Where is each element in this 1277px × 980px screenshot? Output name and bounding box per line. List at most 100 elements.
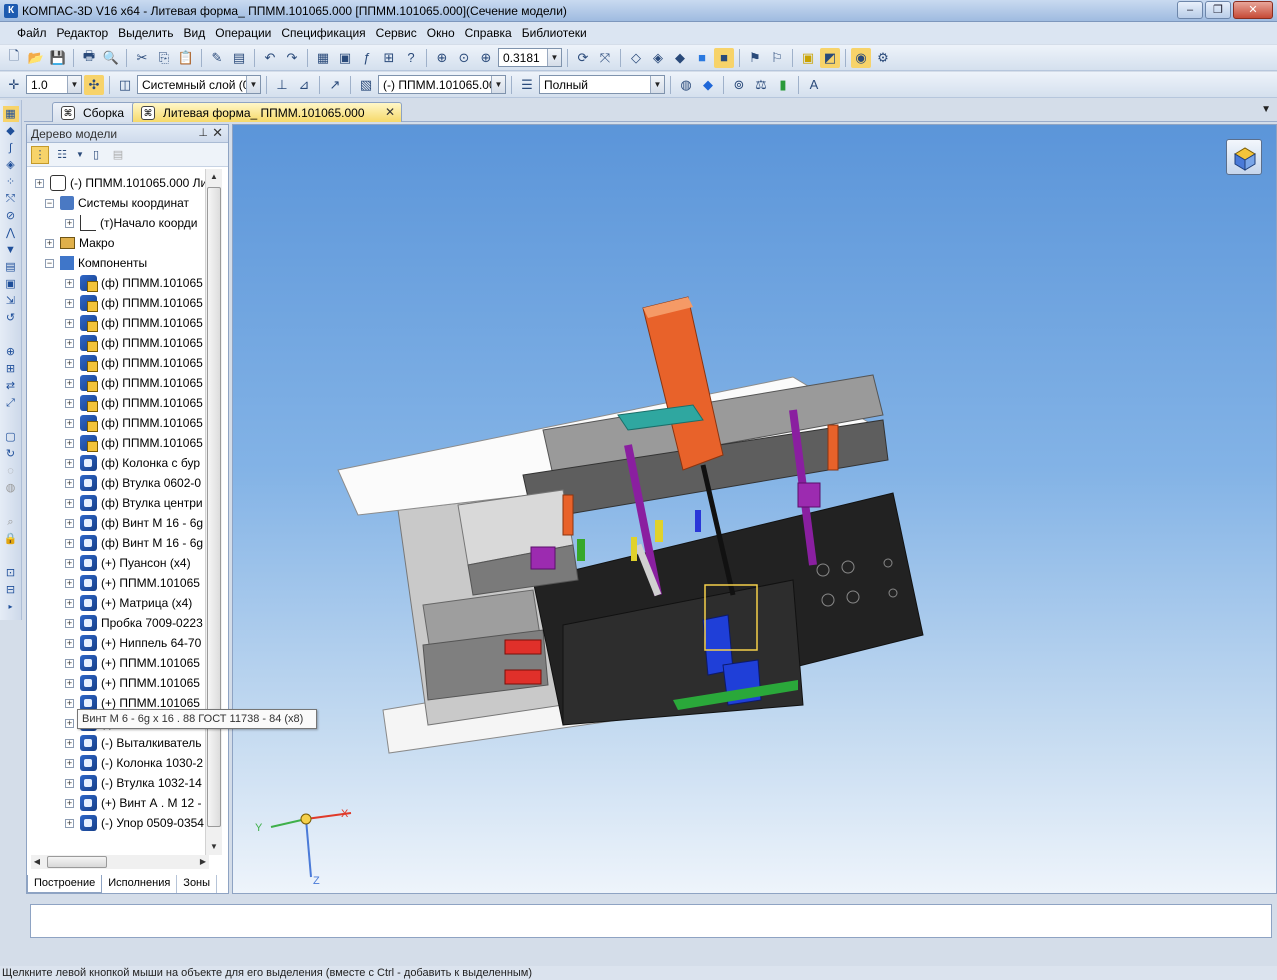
- expand-toggle-icon[interactable]: +: [65, 478, 74, 488]
- perspective-icon[interactable]: ◉: [851, 47, 871, 68]
- tree-node[interactable]: + (ф) ППММ.101065: [65, 353, 203, 373]
- tab-versions[interactable]: Исполнения: [102, 875, 178, 893]
- redo-icon[interactable]: ↷: [282, 48, 302, 68]
- step-cursor-icon[interactable]: ✛: [4, 75, 24, 95]
- tree-node[interactable]: + (ф) Колонка с бур: [65, 453, 200, 473]
- expand-toggle-icon[interactable]: +: [65, 418, 74, 428]
- snap-icon[interactable]: ✣: [84, 74, 104, 95]
- rotate-component-icon[interactable]: ↻: [3, 446, 19, 462]
- component-icon[interactable]: ▧: [356, 75, 376, 95]
- view-orientation-icon[interactable]: [1226, 139, 1262, 175]
- minimize-button[interactable]: –: [1177, 1, 1203, 19]
- chevron-down-icon[interactable]: ▼: [491, 76, 505, 93]
- expand-toggle-icon[interactable]: +: [45, 238, 54, 248]
- print-preview-icon[interactable]: 🔍: [101, 48, 121, 68]
- export-icon[interactable]: ▮: [773, 75, 793, 95]
- menu-operations[interactable]: Операции: [210, 26, 276, 40]
- local-cs-icon[interactable]: ⊿: [294, 75, 314, 95]
- box-icon[interactable]: ▢: [3, 429, 19, 445]
- section-active-icon[interactable]: ◩: [820, 47, 840, 68]
- copy-icon[interactable]: ⎘: [154, 48, 174, 68]
- mold-3d-model[interactable]: [233, 125, 1277, 894]
- zoom-fit-icon[interactable]: ⊙: [454, 48, 474, 68]
- tree-node[interactable]: + (+) Матрица (x4): [65, 593, 192, 613]
- expand-toggle-icon[interactable]: +: [65, 318, 74, 328]
- thin-lines-icon[interactable]: ◆: [670, 48, 690, 68]
- expand-toggle-icon[interactable]: +: [65, 558, 74, 568]
- open-icon[interactable]: 📂: [26, 48, 46, 68]
- expand-toggle-icon[interactable]: +: [65, 398, 74, 408]
- tree-node[interactable]: + Пробка 7009-0223: [65, 613, 203, 633]
- expand-toggle-icon[interactable]: +: [65, 438, 74, 448]
- expand-toggle-icon[interactable]: +: [65, 658, 74, 668]
- tree-node[interactable]: + (+) Винт А . М 12 -: [65, 793, 202, 813]
- tree-node[interactable]: + (ф) ППММ.101065: [65, 393, 203, 413]
- solid-icon[interactable]: ◆: [3, 123, 19, 139]
- dimension-icon[interactable]: ⋀: [3, 225, 19, 241]
- tree-node[interactable]: + (+) Пуансон (x4): [65, 553, 191, 573]
- tree-node[interactable]: − Системы координат: [45, 193, 189, 213]
- properties-icon[interactable]: ✎: [207, 48, 227, 68]
- expand-toggle-icon[interactable]: −: [45, 258, 54, 268]
- expand-toggle-icon[interactable]: +: [65, 638, 74, 648]
- view-mode-icon[interactable]: ☰: [517, 75, 537, 95]
- expand-toggle-icon[interactable]: +: [65, 498, 74, 508]
- close-icon[interactable]: ✕: [212, 125, 223, 141]
- tab-construction[interactable]: Построение: [27, 875, 103, 893]
- expand-toggle-icon[interactable]: +: [65, 278, 74, 288]
- menu-editor[interactable]: Редактор: [52, 26, 114, 40]
- scroll-thumb[interactable]: [207, 187, 221, 827]
- tab-list-chevron-icon[interactable]: ▼: [1261, 104, 1271, 115]
- expand-toggle-icon[interactable]: +: [65, 618, 74, 628]
- chevron-down-icon[interactable]: ▼: [547, 49, 561, 66]
- tree-node[interactable]: + (т)Начало коорди: [65, 213, 197, 233]
- scroll-up-icon[interactable]: ▲: [206, 169, 222, 185]
- tree-node[interactable]: + (+) ППММ.101065: [65, 673, 200, 693]
- save-icon[interactable]: 💾: [48, 48, 68, 68]
- tree-node[interactable]: + Макро: [45, 233, 114, 253]
- measure-icon[interactable]: ⊚: [729, 75, 749, 95]
- print-icon[interactable]: 🖶: [79, 48, 99, 68]
- standard-part-icon[interactable]: ⊟: [3, 582, 19, 598]
- tree-node[interactable]: + (-) Выталкиватель: [65, 733, 201, 753]
- tree-node[interactable]: + (ф) Винт М 16 - 6g: [65, 533, 203, 553]
- text-icon[interactable]: A: [804, 75, 824, 95]
- tree-node[interactable]: + (ф) ППММ.101065: [65, 273, 203, 293]
- expand-panel-icon[interactable]: ▸: [3, 599, 19, 615]
- show-icon[interactable]: ◍: [3, 480, 19, 496]
- orientation-icon[interactable]: ⤧: [595, 48, 615, 68]
- variables-icon[interactable]: ▦: [313, 48, 333, 68]
- expand-toggle-icon[interactable]: +: [65, 298, 74, 308]
- report-icon[interactable]: ▤: [109, 146, 127, 164]
- expand-toggle-icon[interactable]: +: [65, 338, 74, 348]
- library-icon[interactable]: ▣: [335, 48, 355, 68]
- tree-node[interactable]: + (ф) ППММ.101065: [65, 373, 203, 393]
- mirror-icon[interactable]: ⇄: [3, 378, 19, 394]
- rotate-icon[interactable]: ⟳: [573, 48, 593, 68]
- expand-toggle-icon[interactable]: +: [65, 778, 74, 788]
- tree-node[interactable]: + (ф) ППММ.101065: [65, 313, 203, 333]
- menu-select[interactable]: Выделить: [113, 26, 178, 40]
- tree-node[interactable]: + (-) Втулка 1032-14: [65, 773, 202, 793]
- wireframe-icon[interactable]: ◇: [626, 48, 646, 68]
- material-icon[interactable]: ◍: [676, 75, 696, 95]
- tree-node[interactable]: + (ф) ППММ.101065: [65, 333, 203, 353]
- search-icon[interactable]: ⌕: [3, 514, 19, 530]
- curve-icon[interactable]: ∫: [3, 140, 19, 156]
- tree-node[interactable]: + (ф) ППММ.101065: [65, 433, 203, 453]
- tree-horizontal-scrollbar[interactable]: ◀ ▶: [31, 855, 209, 869]
- cut-icon[interactable]: ✂: [132, 48, 152, 68]
- layer-combo[interactable]: Системный слой (0) ▼: [137, 75, 261, 94]
- tree-node[interactable]: + (+) Ниппель 64-70: [65, 633, 201, 653]
- document-icon[interactable]: ▯: [87, 146, 105, 164]
- tree-node[interactable]: + (ф) Втулка центри: [65, 493, 203, 513]
- step-combo[interactable]: 1.0 ▼: [26, 75, 82, 94]
- chevron-down-icon[interactable]: ▼: [75, 146, 84, 164]
- menu-service[interactable]: Сервис: [371, 26, 422, 40]
- tree-node[interactable]: + (ф) ППММ.101065: [65, 413, 203, 433]
- expand-toggle-icon[interactable]: +: [65, 758, 74, 768]
- tree-node[interactable]: − Компоненты: [45, 253, 147, 273]
- array-icon[interactable]: ⁘: [3, 174, 19, 190]
- tab-zones[interactable]: Зоны: [177, 875, 218, 893]
- mass-icon[interactable]: ⚖: [751, 75, 771, 95]
